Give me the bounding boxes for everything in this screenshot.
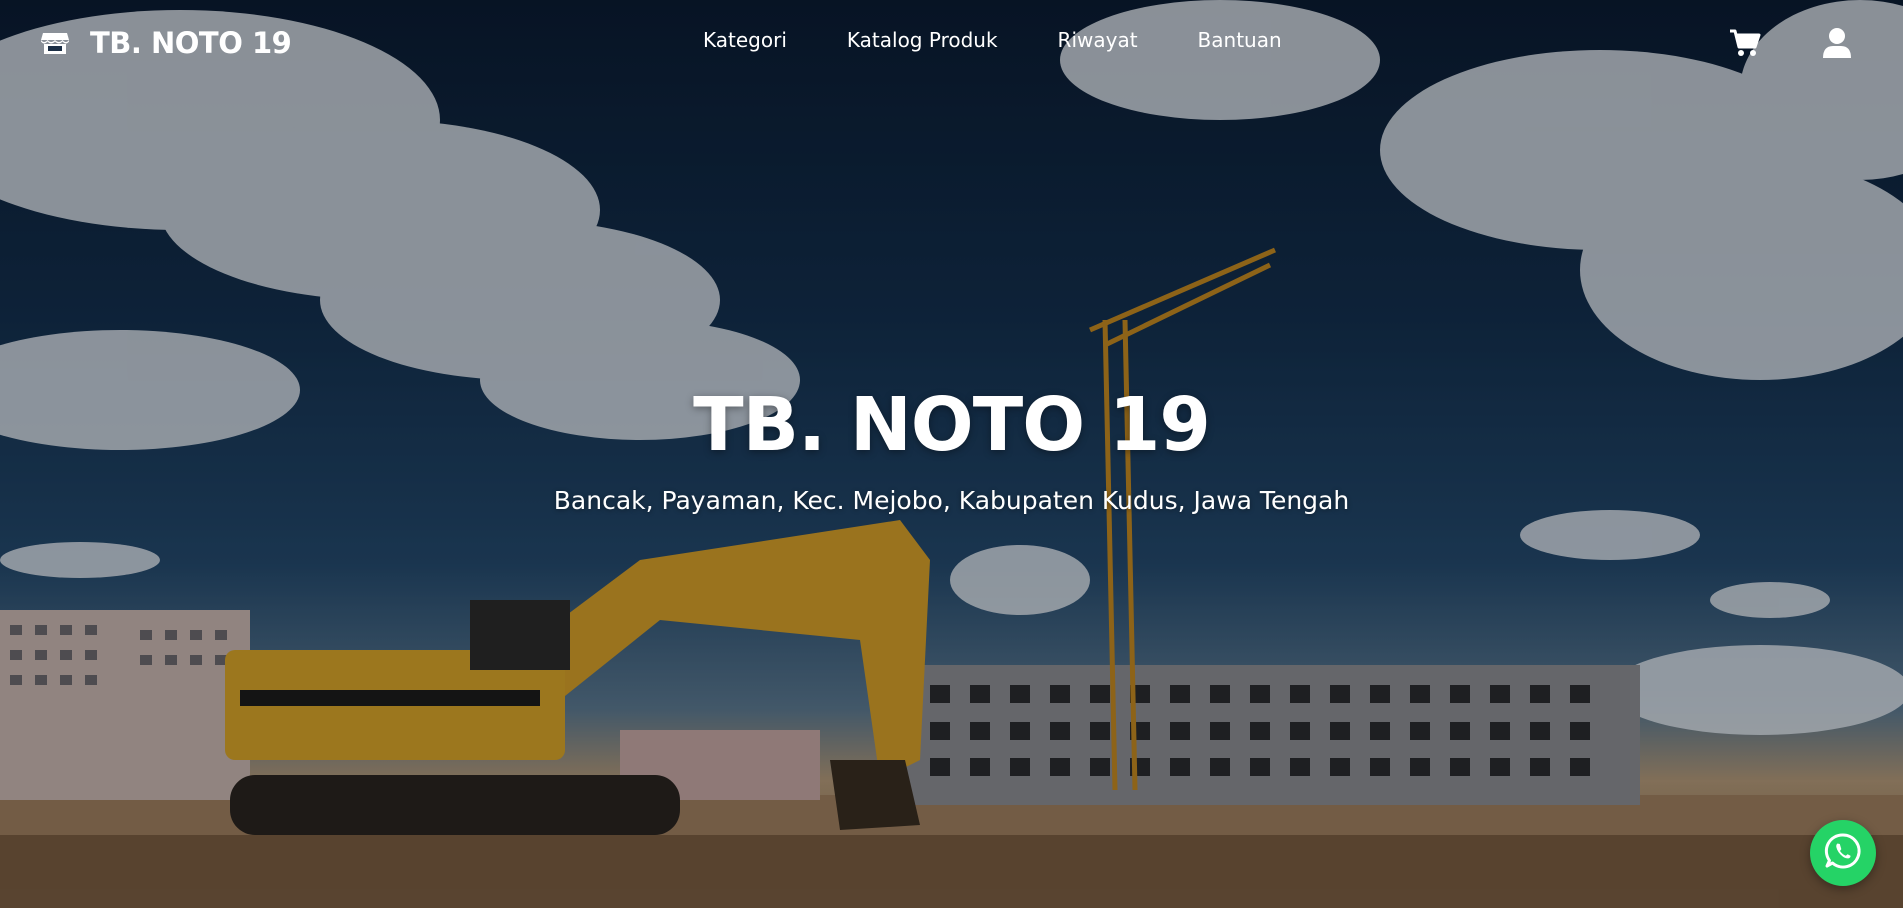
user-icon[interactable] xyxy=(1821,27,1853,59)
nav-menu: Kategori Katalog Produk Riwayat Bantuan xyxy=(703,28,1282,52)
whatsapp-chat-button[interactable] xyxy=(1810,820,1876,886)
nav-item-kategori[interactable]: Kategori xyxy=(703,28,787,52)
hero-address: Bancak, Payaman, Kec. Mejobo, Kabupaten … xyxy=(553,486,1350,515)
nav-item-bantuan[interactable]: Bantuan xyxy=(1198,28,1282,52)
whatsapp-icon xyxy=(1824,832,1862,874)
nav-item-katalog-produk[interactable]: Katalog Produk xyxy=(847,28,998,52)
brand-name: TB. NOTO 19 xyxy=(90,26,292,60)
nav-item-riwayat[interactable]: Riwayat xyxy=(1058,28,1138,52)
hero-section: TB. NOTO 19 Kategori Katalog Produk Riwa… xyxy=(0,0,1903,908)
shopping-cart-icon[interactable] xyxy=(1729,27,1761,59)
store-icon xyxy=(40,28,70,58)
top-navbar: TB. NOTO 19 Kategori Katalog Produk Riwa… xyxy=(0,0,1903,86)
hero-title: TB. NOTO 19 xyxy=(693,382,1211,468)
brand-logo[interactable]: TB. NOTO 19 xyxy=(40,24,292,62)
